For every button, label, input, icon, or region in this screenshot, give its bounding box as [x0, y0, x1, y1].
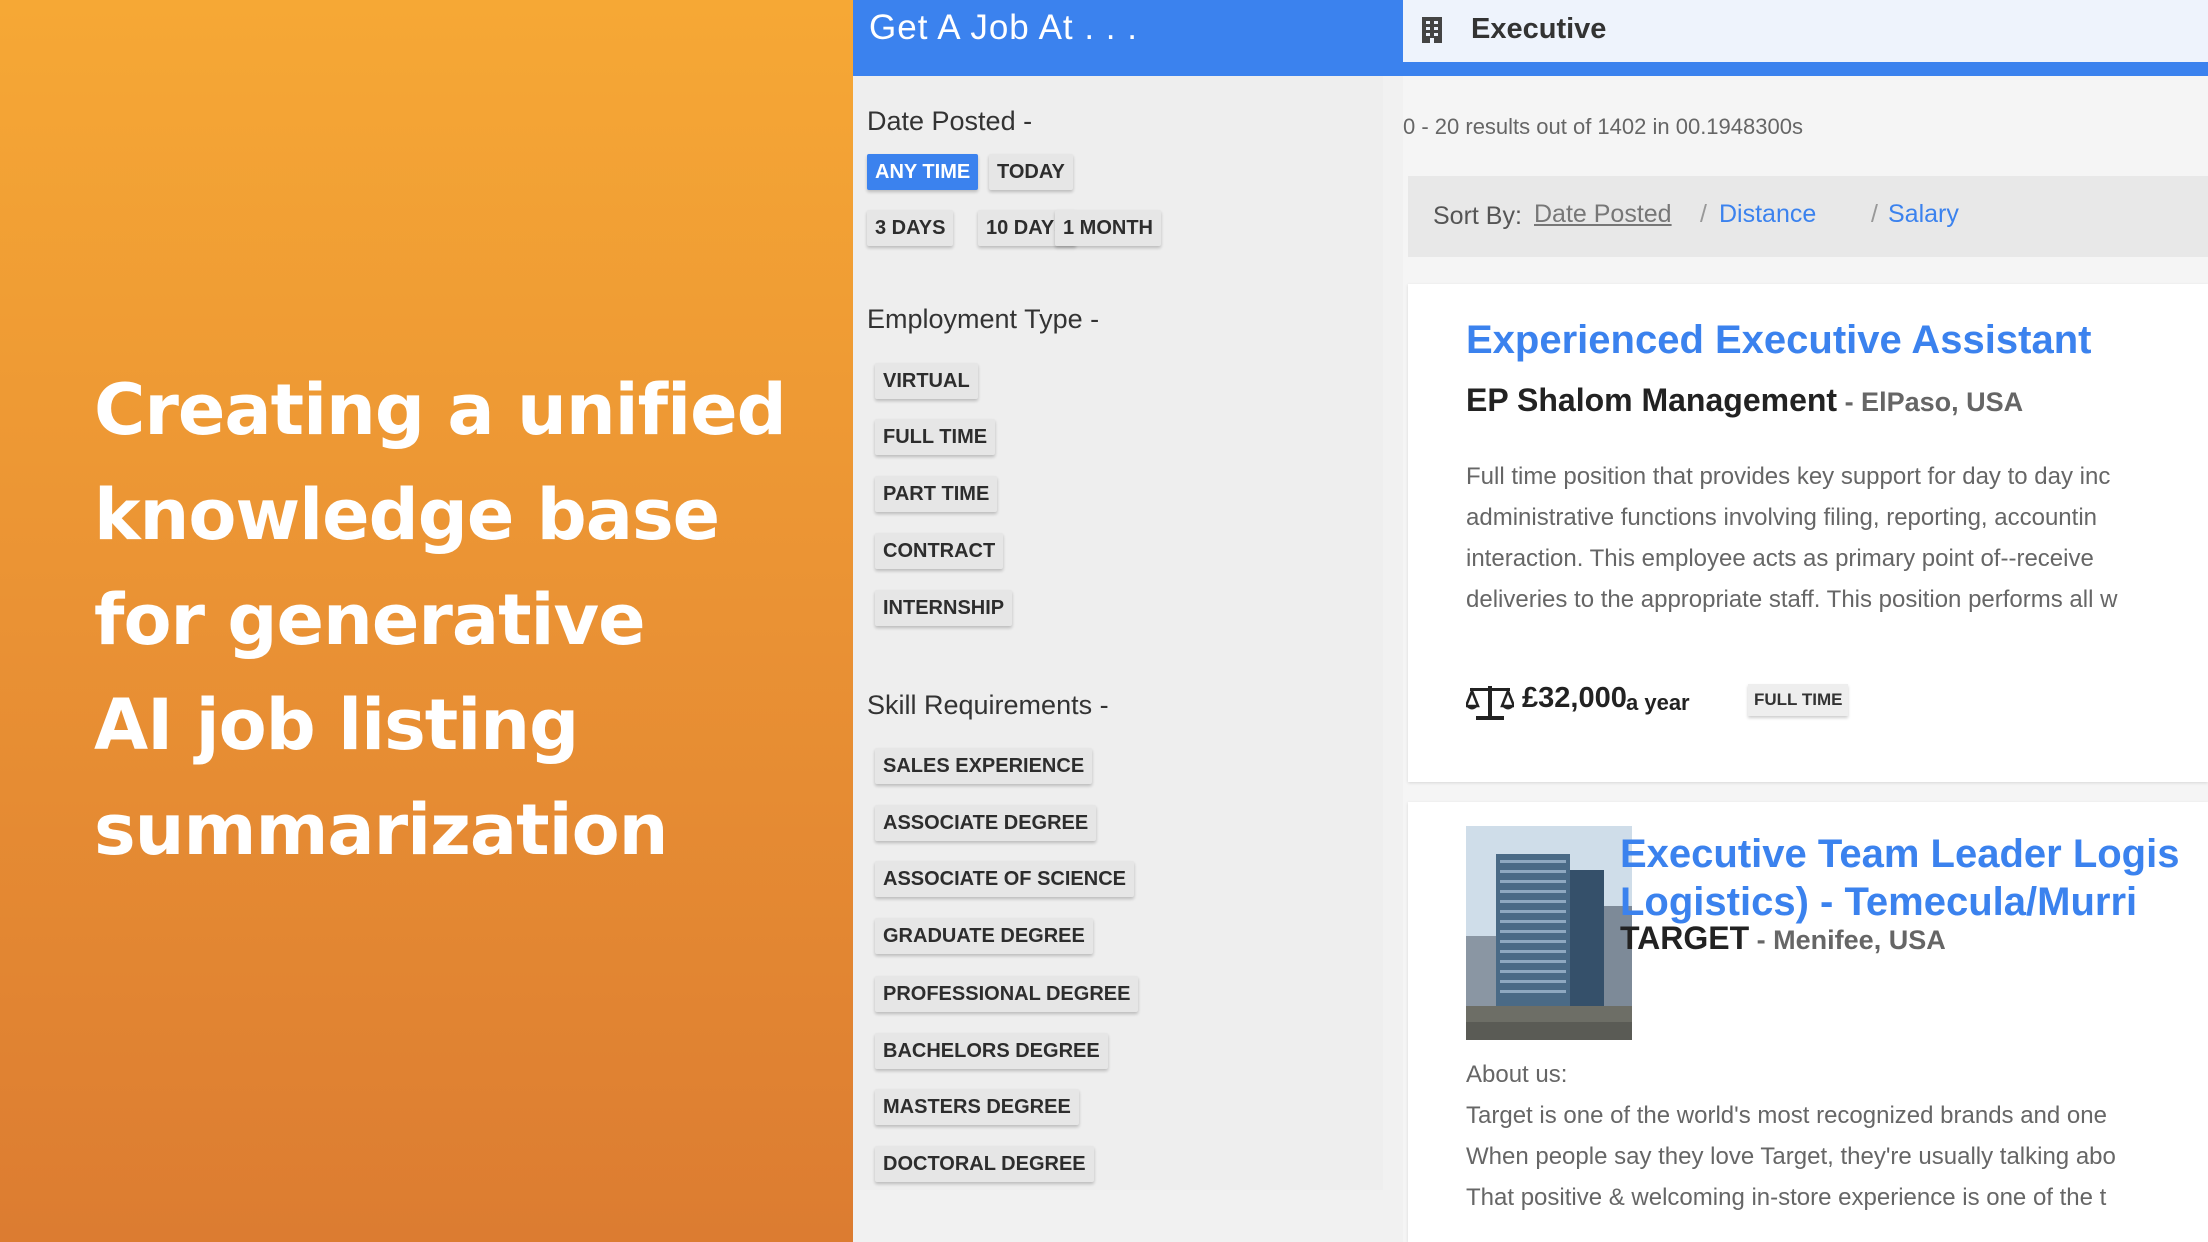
description-line: About us: — [1466, 1061, 1568, 1088]
salary-amount: £32,000 — [1522, 682, 1627, 714]
sort-option-salary[interactable]: Salary — [1888, 200, 1959, 229]
filter-chip-doctoral-degree[interactable]: DOCTORAL DEGREE — [875, 1146, 1094, 1182]
description-line: deliveries to the appropriate staff. Thi… — [1466, 586, 2118, 613]
filter-chip-associate-of-science[interactable]: ASSOCIATE OF SCIENCE — [875, 861, 1134, 897]
filter-sidebar: Date Posted - ANY TIME TODAY 3 DAYS 10 D… — [853, 76, 1383, 1190]
company-line: EP Shalom Management - ElPaso, USA — [1466, 382, 2023, 419]
results-count: 0 - 20 results out of 1402 in 00.1948300… — [1403, 114, 1803, 139]
filter-chip-internship[interactable]: INTERNSHIP — [875, 590, 1013, 626]
job-title[interactable]: Experienced Executive Assistant — [1466, 318, 2091, 363]
filter-chip-masters-degree[interactable]: MASTERS DEGREE — [875, 1089, 1079, 1125]
filter-chip-graduate-degree[interactable]: GRADUATE DEGREE — [875, 918, 1093, 954]
job-card[interactable]: Experienced Executive Assistant EP Shalo… — [1408, 284, 2208, 782]
date-posted-title: Date Posted - — [867, 106, 1033, 136]
filter-chip-virtual[interactable]: VIRTUAL — [875, 363, 978, 399]
employment-type-badge: FULL TIME — [1748, 684, 1849, 716]
promo-line: for generative — [94, 579, 646, 661]
job-title[interactable]: Executive Team Leader Logis Logistics) -… — [1620, 830, 2179, 926]
sort-option-distance[interactable]: Distance — [1719, 200, 1816, 229]
job-card[interactable]: Executive Team Leader Logis Logistics) -… — [1408, 802, 2208, 1242]
job-description: Full time position that provides key sup… — [1466, 456, 2117, 620]
sort-bar: Sort By: Date Posted / Distance / Salary — [1408, 176, 2208, 257]
search-value: Executive — [1471, 13, 1607, 45]
sort-label: Sort By: — [1433, 202, 1522, 230]
filter-chip-3-days[interactable]: 3 DAYS — [867, 210, 954, 246]
company-building-image — [1466, 826, 1632, 1040]
filter-chip-associate-degree[interactable]: ASSOCIATE DEGREE — [875, 805, 1097, 841]
description-line: Target is one of the world's most recogn… — [1466, 1102, 2107, 1129]
sort-separator: / — [1700, 200, 1707, 228]
company-name: TARGET — [1620, 920, 1750, 956]
filter-chip-contract[interactable]: CONTRACT — [875, 533, 1004, 569]
promo-line: Creating a unified — [94, 369, 787, 451]
description-line: administrative functions involving filin… — [1466, 504, 2097, 531]
promo-line: AI job listing — [94, 684, 579, 766]
skill-requirements-title: Skill Requirements - — [867, 690, 1109, 720]
job-location: - Menifee, USA — [1749, 925, 1946, 955]
sort-option-date-posted[interactable]: Date Posted — [1534, 200, 1672, 229]
filter-chip-1-month[interactable]: 1 MONTH — [1055, 210, 1161, 246]
employment-type-title: Employment Type - — [867, 304, 1100, 334]
company-name: EP Shalom Management — [1466, 382, 1838, 418]
description-line: Full time position that provides key sup… — [1466, 463, 2111, 490]
company-line: TARGET - Menifee, USA — [1620, 920, 1946, 957]
description-line: When people say they love Target, they'r… — [1466, 1143, 2116, 1170]
scale-icon — [1466, 686, 1514, 720]
results-panel: 0 - 20 results out of 1402 in 00.1948300… — [1403, 76, 2208, 1242]
job-location: - ElPaso, USA — [1837, 387, 2024, 417]
sort-separator: / — [1871, 200, 1878, 228]
search-input[interactable]: Executive — [1403, 0, 2208, 76]
promo-panel: Creating a unified knowledge base for ge… — [0, 0, 853, 1242]
filter-chip-any-time[interactable]: ANY TIME — [867, 154, 979, 190]
promo-line: knowledge base — [94, 474, 720, 556]
job-search-app: Get A Job At . . . Executive Date Posted… — [853, 0, 2208, 1242]
app-header: Get A Job At . . . — [853, 0, 1403, 76]
job-title-line: Logistics) - Temecula/Murri — [1620, 880, 2138, 924]
filter-chip-sales-experience[interactable]: SALES EXPERIENCE — [875, 748, 1093, 784]
salary-unit: a year — [1626, 690, 1690, 715]
job-title-line: Executive Team Leader Logis — [1620, 832, 2180, 876]
promo-headline: Creating a unified knowledge base for ge… — [94, 358, 814, 883]
filter-chip-full-time[interactable]: FULL TIME — [875, 419, 996, 455]
filter-chip-today[interactable]: TODAY — [989, 154, 1073, 190]
building-icon — [1422, 17, 1442, 43]
description-line: That positive & welcoming in-store exper… — [1466, 1184, 2107, 1211]
description-line: interaction. This employee acts as prima… — [1466, 545, 2094, 572]
filter-chip-part-time[interactable]: PART TIME — [875, 476, 998, 512]
promo-line: summarization — [94, 789, 669, 871]
filter-chip-professional-degree[interactable]: PROFESSIONAL DEGREE — [875, 976, 1139, 1012]
app-title: Get A Job At . . . — [869, 8, 1138, 47]
filter-chip-bachelors-degree[interactable]: BACHELORS DEGREE — [875, 1033, 1108, 1069]
job-description: About us: Target is one of the world's m… — [1466, 1054, 2116, 1218]
